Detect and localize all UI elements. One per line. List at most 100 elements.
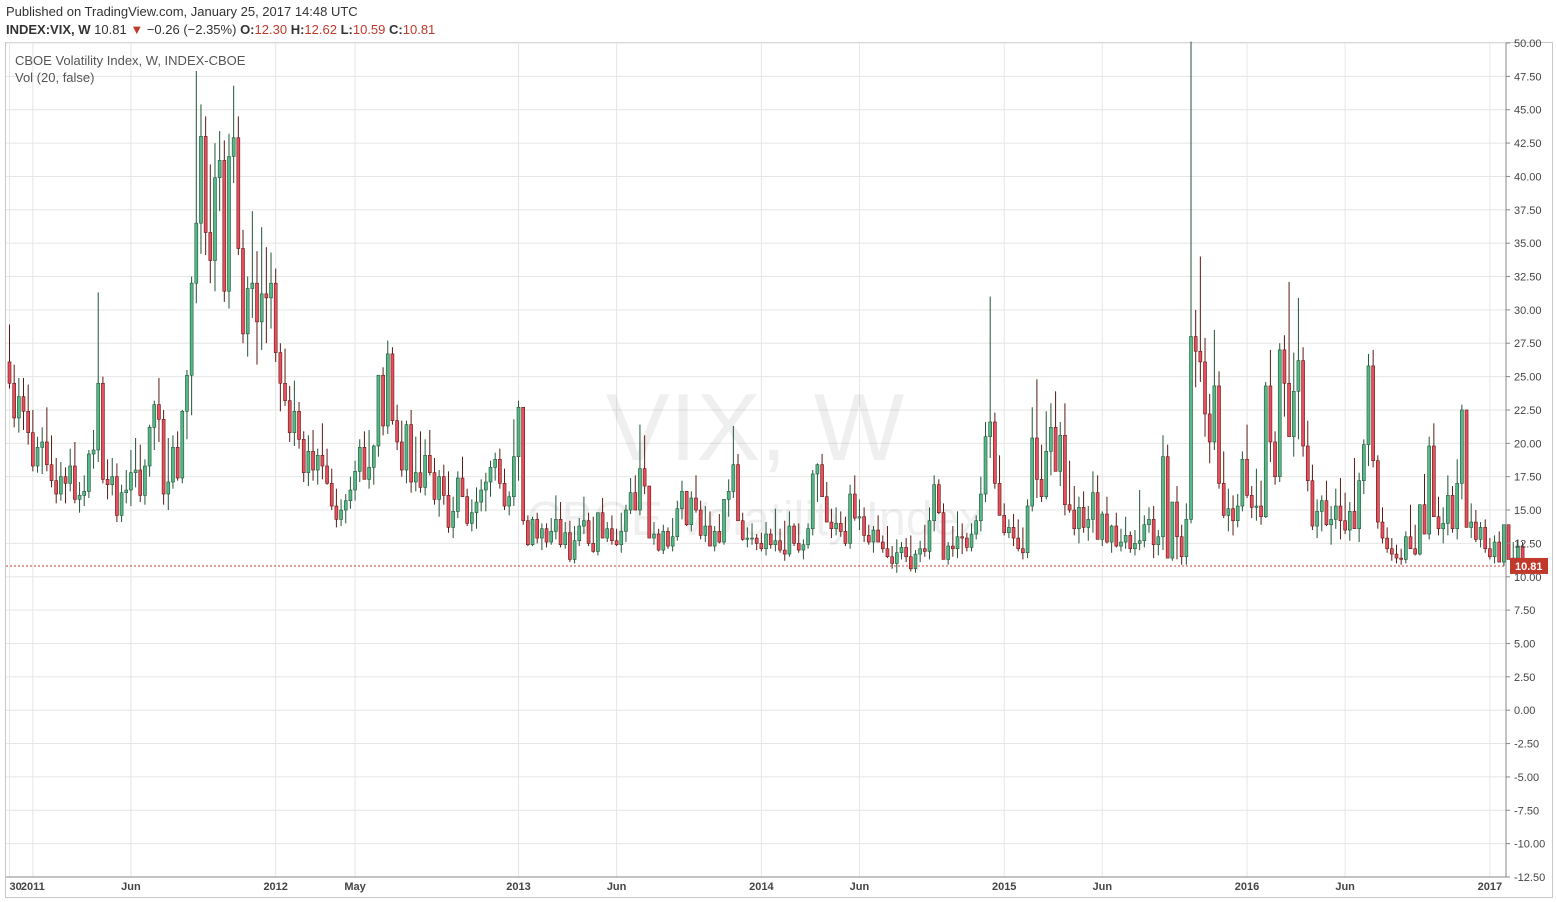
candle-up <box>913 550 918 573</box>
candle-up <box>17 377 21 433</box>
candle-down <box>273 268 278 362</box>
candle-down <box>1095 475 1100 540</box>
candle-down <box>1035 379 1039 499</box>
candle-down <box>1105 496 1109 544</box>
watermark-symbol: VIX, W <box>606 374 905 481</box>
candle-up <box>357 439 362 483</box>
candle-up <box>185 369 189 440</box>
candle-down <box>138 444 143 503</box>
candle-down <box>1408 504 1413 550</box>
candle-down <box>1053 391 1058 472</box>
candle-up <box>68 448 73 492</box>
candle-down <box>241 229 245 344</box>
candle-down <box>1394 544 1399 564</box>
candle-down <box>1203 337 1207 437</box>
y-tick-label: 0.00 <box>1514 705 1535 717</box>
candle-up <box>259 227 264 350</box>
candle-down <box>63 467 68 504</box>
y-tick-label: 22.50 <box>1514 405 1542 417</box>
candle-up <box>1161 435 1165 551</box>
candle-down <box>1002 503 1007 536</box>
candle-down <box>283 348 287 406</box>
candle-up <box>194 71 199 304</box>
candle-up <box>250 211 255 318</box>
x-tick-label: Jun <box>607 881 627 893</box>
x-tick-label: Jun <box>1092 881 1112 893</box>
candle-up <box>1469 503 1474 539</box>
candle-up <box>1315 499 1319 539</box>
candle-up <box>231 85 236 184</box>
candle-up <box>367 429 371 489</box>
candle-down <box>1380 507 1385 544</box>
candle-up <box>87 449 91 499</box>
candle-down <box>1305 420 1310 492</box>
candle-up <box>227 133 231 309</box>
y-tick-label: 7.50 <box>1514 605 1535 617</box>
candle-down <box>446 471 451 533</box>
candle-up <box>292 380 297 446</box>
y-tick-label: 20.00 <box>1514 438 1542 450</box>
candle-down <box>1016 519 1021 552</box>
x-tick-label: 2015 <box>992 881 1016 893</box>
candle-down <box>31 409 35 472</box>
candle-up <box>348 476 353 509</box>
candle-down <box>427 429 432 476</box>
candle-up <box>82 475 87 507</box>
candle-down <box>157 377 161 442</box>
candle-up <box>376 374 381 457</box>
candle-down <box>1385 527 1389 553</box>
candle-up <box>343 494 348 524</box>
candle-down <box>442 464 446 505</box>
candlestick-chart[interactable]: VIX, W CBOE Volatility Index 50.00 47.50 4… <box>0 0 1556 902</box>
candle-up <box>1226 488 1231 532</box>
series-legend[interactable]: CBOE Volatility Index, W, INDEX-CBOE <box>15 53 245 68</box>
candle-down <box>329 468 334 511</box>
candle-down <box>1497 531 1502 563</box>
candle-down <box>1399 548 1403 565</box>
candle-up <box>512 419 516 507</box>
candle-down <box>1273 431 1277 485</box>
candle-up <box>1460 404 1464 500</box>
x-tick-label: 2013 <box>506 881 530 893</box>
candle-up <box>1184 503 1189 565</box>
candle-up <box>810 470 815 536</box>
candle-up <box>40 427 44 475</box>
candle-up <box>353 460 357 501</box>
candle-up <box>110 457 115 496</box>
candle-up <box>1366 353 1371 467</box>
candle-up <box>152 400 157 450</box>
candle-up <box>1418 504 1422 556</box>
candle-up <box>1362 439 1366 495</box>
x-tick-label: 2017 <box>1478 881 1502 893</box>
candle-up <box>371 444 376 485</box>
candle-up <box>166 437 171 511</box>
candle-up <box>628 478 633 515</box>
candle-up <box>1030 407 1035 512</box>
candle-down <box>1436 496 1441 536</box>
candle-down <box>362 431 367 480</box>
candle-down <box>993 412 997 489</box>
x-tick-label: 30 <box>10 881 22 893</box>
y-tick-label: -10.00 <box>1514 839 1545 851</box>
candle-up <box>1502 524 1506 567</box>
candle-down <box>1390 538 1394 561</box>
candle-up <box>59 462 63 501</box>
candle-up <box>315 448 320 485</box>
y-tick-label: 15.00 <box>1514 505 1542 517</box>
candle-down <box>54 457 59 504</box>
candle-down <box>26 384 30 445</box>
candle-down <box>320 423 325 480</box>
candle-up <box>1212 329 1217 450</box>
candle-down <box>101 376 105 484</box>
candle-down <box>334 488 339 528</box>
y-tick-label: 17.50 <box>1514 472 1542 484</box>
indicator-legend[interactable]: Vol (20, false) <box>15 70 95 85</box>
candle-up <box>1347 502 1352 541</box>
candle-down <box>264 247 269 344</box>
candle-up <box>96 292 101 463</box>
candle-up <box>1189 41 1193 524</box>
candle-up <box>1329 506 1333 545</box>
candle-up <box>180 409 185 484</box>
candle-up <box>1123 516 1128 549</box>
candle-up <box>1263 381 1268 519</box>
